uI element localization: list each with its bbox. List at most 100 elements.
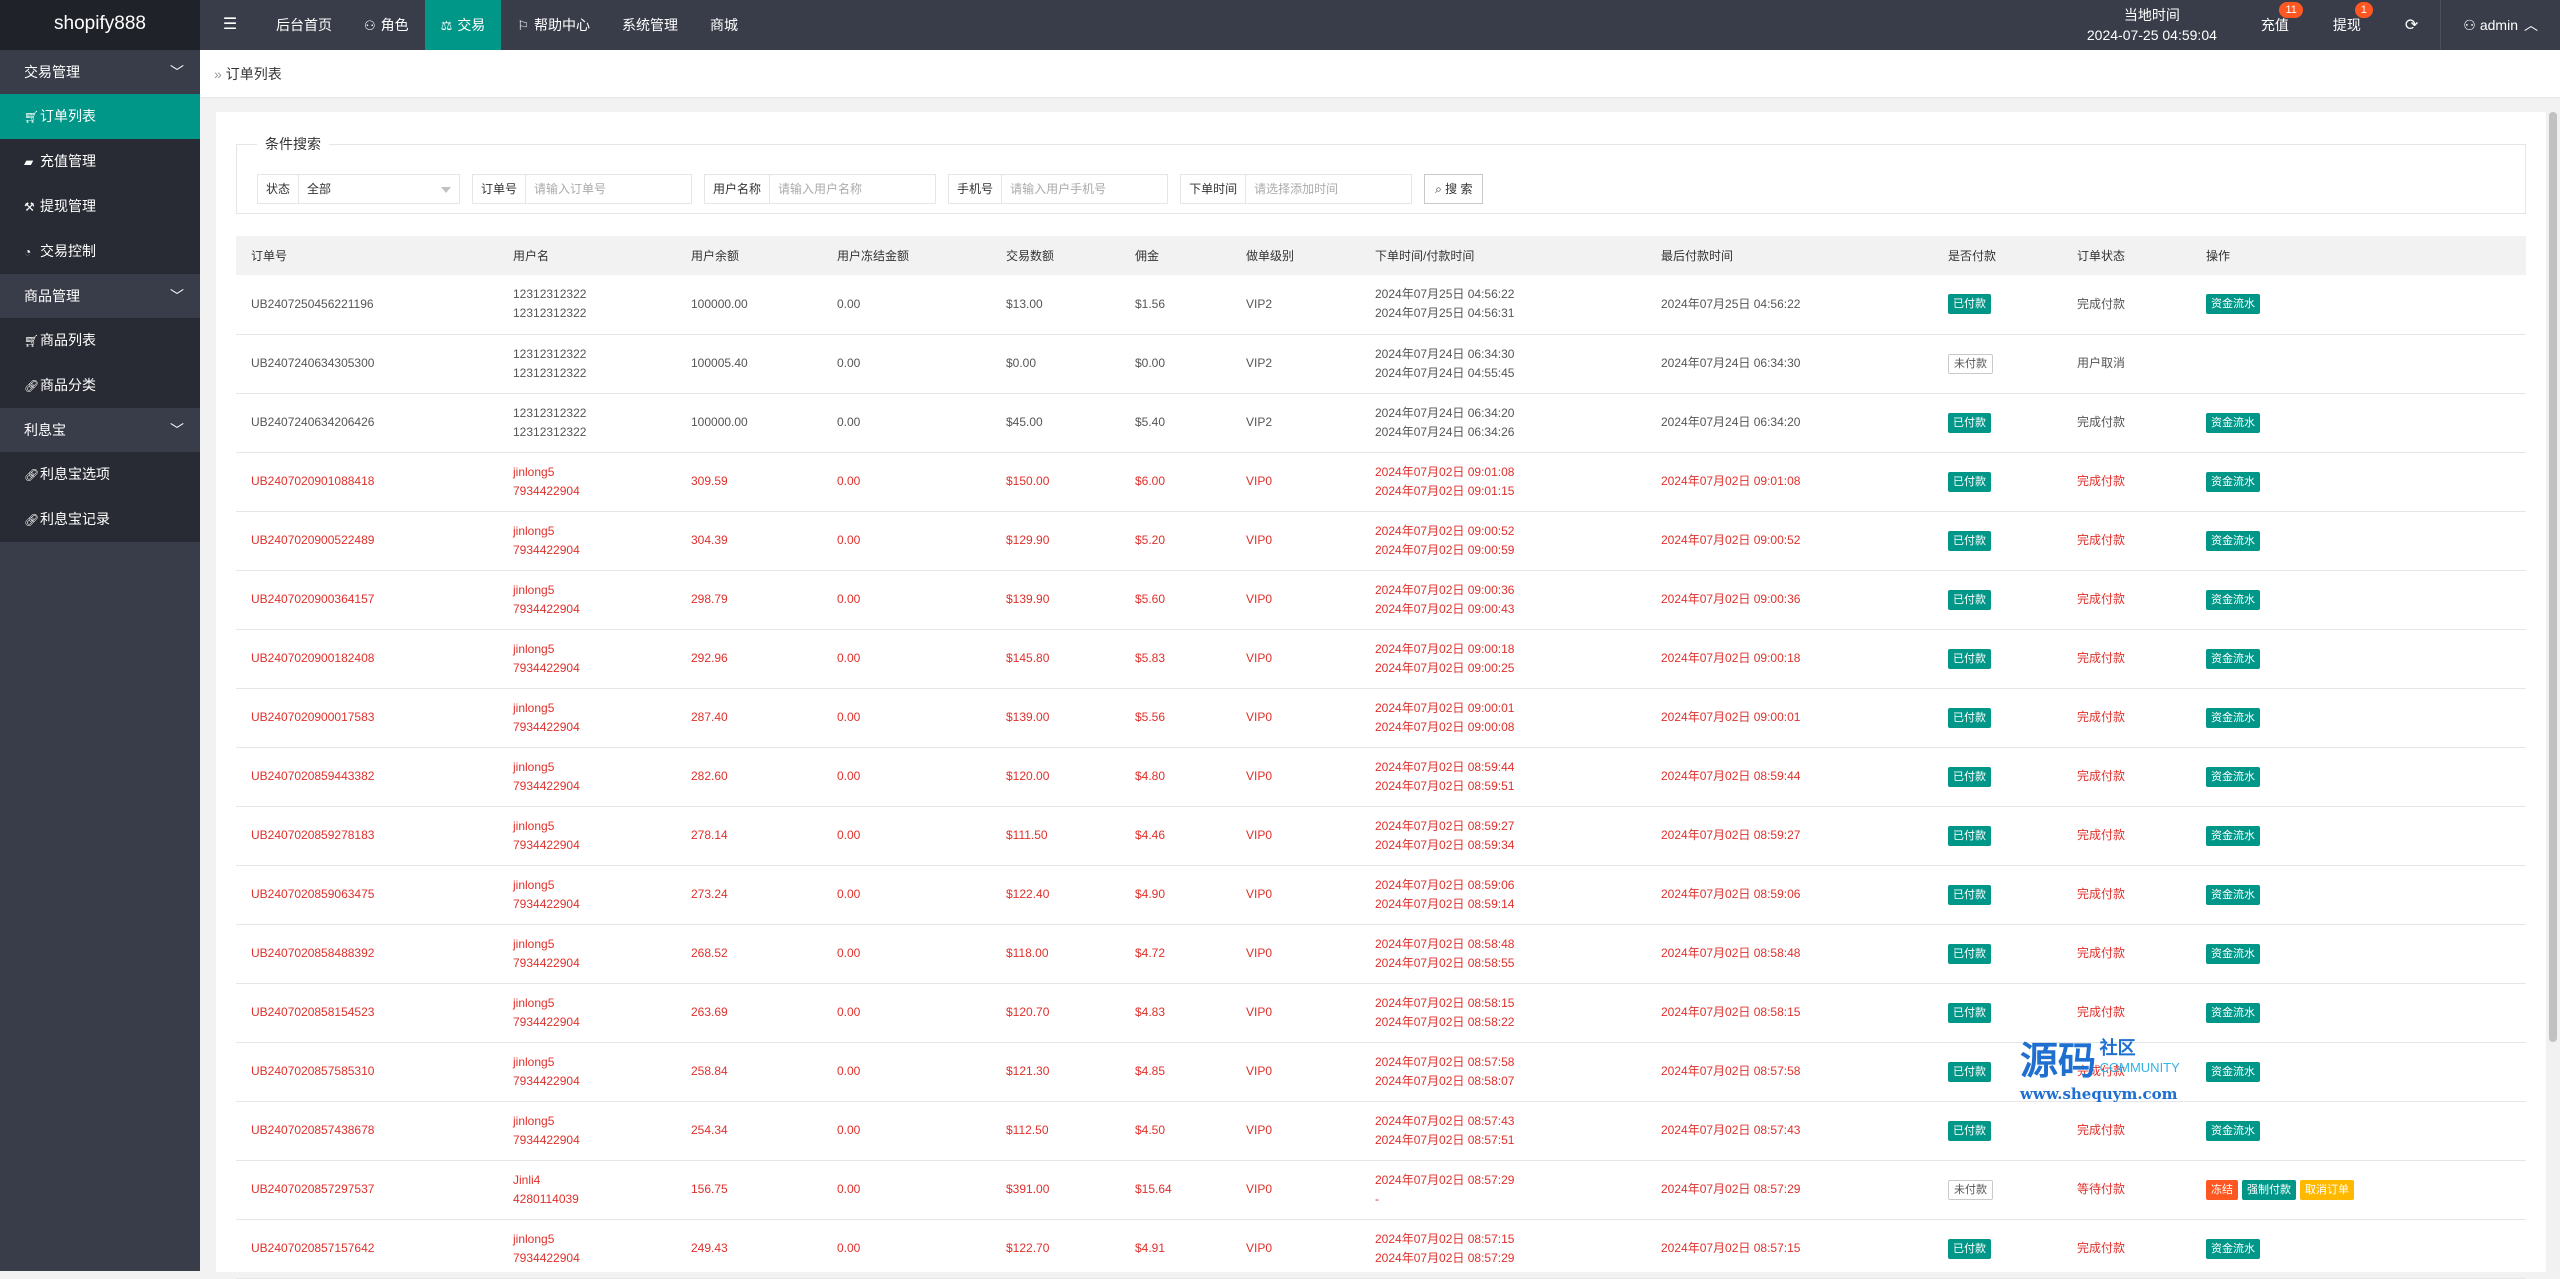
user-name: Jinli4	[513, 1172, 541, 1187]
phone-input[interactable]	[1002, 175, 1168, 203]
commission: $4.85	[1135, 1064, 1166, 1078]
trade-amount: $139.00	[1006, 710, 1050, 724]
order-status: 完成付款	[2077, 651, 2126, 665]
order-id: UB2407020901088418	[251, 474, 375, 488]
user-name: jinlong5	[513, 818, 555, 833]
nav-label: 商城	[709, 17, 738, 33]
nav-trade[interactable]: ⚖ 交易	[424, 0, 502, 50]
order-input[interactable]	[526, 175, 692, 203]
fund-flow-button[interactable]: 资金流水	[2206, 589, 2260, 610]
actions-cell: 资金流水	[2191, 1101, 2526, 1160]
time-cell: 2024年07月02日 09:00:01 2024年07月02日 09:00:08	[1360, 688, 1646, 747]
recharge-link[interactable]: 充值 11	[2239, 0, 2311, 50]
order-status: 完成付款	[2077, 828, 2126, 842]
nav-help[interactable]: ⚐ 帮助中心	[501, 0, 606, 50]
order-time: 2024年07月02日 09:00:01	[1375, 700, 1515, 715]
fund-flow-button[interactable]: 资金流水	[2206, 707, 2260, 728]
commission: $5.40	[1135, 415, 1166, 429]
watermark-big: 源码	[2020, 1039, 2097, 1083]
withdraw-link[interactable]: 提现 1	[2311, 0, 2383, 50]
fund-flow-button[interactable]: 资金流水	[2206, 884, 2260, 905]
fund-flow-button[interactable]: 资金流水	[2206, 1120, 2260, 1141]
user-phone: 7934422904	[513, 955, 580, 970]
user-name: jinlong5	[513, 1231, 555, 1246]
sidebar-group-trade[interactable]: 交易管理 ﹀	[0, 50, 200, 94]
app-logo[interactable]: shopify888	[0, 0, 200, 50]
item-label: 商品列表	[40, 332, 96, 348]
sidebar-group-goods[interactable]: 商品管理 ﹀	[0, 274, 200, 318]
sidebar-item-withdraw[interactable]: ⚒ 提现管理	[0, 184, 200, 229]
status-select[interactable]: 全部	[299, 175, 459, 203]
frozen-amount: 0.00	[837, 1123, 861, 1137]
cancel-order-button[interactable]: 取消订单	[2300, 1179, 2354, 1200]
page-scrollbar[interactable]	[2546, 112, 2560, 1271]
vip-level: VIP0	[1246, 533, 1273, 547]
user-name: 12312312322	[513, 346, 587, 361]
sidebar-item-goods[interactable]: 🛒︎商品列表	[0, 318, 200, 363]
username-input[interactable]	[770, 175, 936, 203]
nav-dashboard[interactable]: 后台首页	[260, 0, 348, 50]
user-name: jinlong5	[513, 1054, 555, 1069]
order-id: UB2407020900522489	[251, 533, 375, 547]
breadcrumb: » 订单列表	[200, 50, 2560, 98]
nav-system[interactable]: 系统管理	[606, 0, 694, 50]
sidebar-item-goods-category[interactable]: 🔗︎商品分类	[0, 363, 200, 408]
chevron-down-icon: ﹀	[170, 64, 184, 80]
fund-flow-button[interactable]: 资金流水	[2206, 766, 2260, 787]
order-time: 2024年07月02日 09:01:08	[1375, 464, 1515, 479]
commission: $0.00	[1135, 356, 1166, 370]
pay-time: 2024年07月24日 04:55:45	[1375, 365, 1515, 380]
user-phone: 7934422904	[513, 896, 580, 911]
scrollbar-thumb[interactable]	[2549, 112, 2557, 1042]
group-label: 商品管理	[24, 288, 80, 304]
force-pay-button[interactable]: 强制付款	[2242, 1179, 2296, 1200]
item-label: 充值管理	[40, 153, 96, 169]
vip-level: VIP0	[1246, 592, 1273, 606]
cart-icon: 🛒︎	[24, 110, 40, 124]
fund-flow-button[interactable]: 资金流水	[2206, 530, 2260, 551]
actions-cell: 资金流水	[2191, 452, 2526, 511]
search-button[interactable]: ⌕ 搜 索	[1424, 174, 1484, 204]
breadcrumb-item[interactable]: » 订单列表	[214, 64, 282, 84]
sidebar-item-recharge[interactable]: ▰ 充值管理	[0, 139, 200, 184]
sidebar-item-interest-records[interactable]: 🔗︎利息宝记录	[0, 497, 200, 542]
sidebar-item-interest-options[interactable]: 🔗︎利息宝选项	[0, 452, 200, 497]
fund-flow-button[interactable]: 资金流水	[2206, 648, 2260, 669]
freeze-button[interactable]: 冻结	[2206, 1179, 2238, 1200]
dashboard-icon: ◔	[24, 245, 32, 259]
sidebar-item-trade-control[interactable]: ◔ 交易控制	[0, 229, 200, 274]
balance: 100000.00	[691, 415, 748, 429]
fund-flow-button[interactable]: 资金流水	[2206, 825, 2260, 846]
order-time: 2024年07月02日 08:58:48	[1375, 936, 1515, 951]
paid-cell: 已付款	[1933, 511, 2062, 570]
time-input[interactable]	[1246, 175, 1412, 203]
order-time: 2024年07月02日 08:57:43	[1375, 1113, 1515, 1128]
balance: 263.69	[691, 1005, 728, 1019]
fund-flow-button[interactable]: 资金流水	[2206, 471, 2260, 492]
paid-badge: 已付款	[1948, 766, 1991, 787]
order-time: 2024年07月25日 04:56:22	[1375, 287, 1515, 302]
fund-flow-button[interactable]: 资金流水	[2206, 1238, 2260, 1259]
paid-badge: 已付款	[1948, 294, 1991, 315]
vip-level: VIP0	[1246, 769, 1273, 783]
menu-toggle-icon[interactable]: ☰	[205, 0, 255, 50]
sidebar-group-interest[interactable]: 利息宝 ﹀	[0, 408, 200, 452]
user-name: jinlong5	[513, 759, 555, 774]
actions-cell: 冻结 强制付款 取消订单	[2191, 1160, 2526, 1219]
sidebar-item-orders[interactable]: 🛒︎订单列表	[0, 94, 200, 139]
fund-flow-button[interactable]: 资金流水	[2206, 1002, 2260, 1023]
nav-mall[interactable]: 商城	[694, 0, 754, 50]
commission: $4.72	[1135, 946, 1166, 960]
fund-flow-button[interactable]: 资金流水	[2206, 412, 2260, 433]
paid-cell: 已付款	[1933, 452, 2062, 511]
nav-roles[interactable]: ⚇ 角色	[348, 0, 425, 50]
user-menu[interactable]: ⚇ admin ︿	[2440, 0, 2560, 50]
actions-cell: 资金流水	[2191, 747, 2526, 806]
commission: $4.91	[1135, 1241, 1166, 1255]
fund-flow-button[interactable]: 资金流水	[2206, 294, 2260, 315]
user-name: jinlong5	[513, 464, 555, 479]
refresh-button[interactable]: ⟳	[2383, 0, 2440, 50]
fund-flow-button[interactable]: 资金流水	[2206, 943, 2260, 964]
last-pay-time: 2024年07月24日 06:34:30	[1661, 356, 1801, 370]
vip-level: VIP0	[1246, 1064, 1273, 1078]
